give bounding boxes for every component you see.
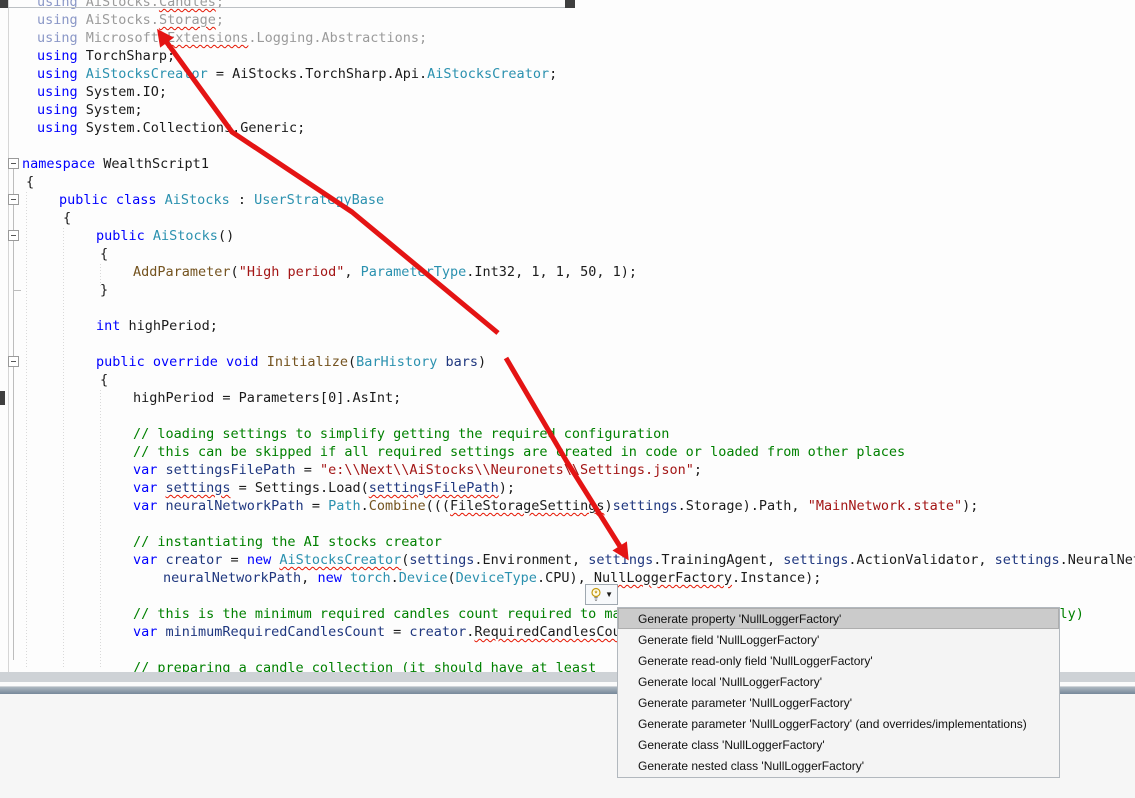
code-area[interactable]: using AiStocks.Candles;using AiStocks.St… [0, 0, 1135, 672]
code-line[interactable]: using TorchSharp; [37, 47, 175, 65]
lightbulb-dropdown-arrow-icon[interactable]: ▼ [605, 591, 613, 599]
code-line[interactable]: highPeriod = Parameters[0].AsInt; [133, 389, 401, 407]
code-line[interactable]: { [100, 371, 108, 389]
annotation-resize-handle [0, 0, 8, 8]
code-line[interactable]: public override void Initialize(BarHisto… [96, 353, 486, 371]
code-line[interactable]: { [100, 245, 108, 263]
code-line[interactable]: public class AiStocks : UserStrategyBase [59, 191, 384, 209]
annotation-selection-line [0, 7, 572, 8]
code-line[interactable]: var settingsFilePath = "e:\\Next\\AiStoc… [133, 461, 702, 479]
code-line[interactable]: using System.IO; [37, 83, 167, 101]
menu-item[interactable]: Generate local 'NullLoggerFactory' [618, 671, 1059, 692]
code-editor[interactable]: using AiStocks.Candles;using AiStocks.St… [0, 0, 1135, 672]
menu-item[interactable]: Generate parameter 'NullLoggerFactory' (… [618, 714, 1059, 735]
code-line[interactable]: { [26, 173, 34, 191]
code-line[interactable]: using AiStocksCreator = AiStocks.TorchSh… [37, 65, 557, 83]
menu-item[interactable]: Generate property 'NullLoggerFactory' [618, 608, 1059, 629]
code-line[interactable]: int highPeriod; [96, 317, 218, 335]
code-line[interactable]: } [100, 281, 108, 299]
code-line[interactable]: // this can be skipped if all required s… [133, 443, 905, 461]
code-line[interactable]: var neuralNetworkPath = Path.Combine(((F… [133, 497, 978, 515]
menu-item[interactable]: Generate field 'NullLoggerFactory' [618, 629, 1059, 650]
code-line[interactable]: using Microsoft.Extensions.Logging.Abstr… [37, 29, 427, 47]
code-line[interactable]: namespace WealthScript1 [22, 155, 209, 173]
code-line[interactable]: // loading settings to simplify getting … [133, 425, 669, 443]
menu-item[interactable]: Generate parameter 'NullLoggerFactory' [618, 693, 1059, 714]
lightbulb-icon [590, 587, 602, 602]
code-line[interactable]: var creator = new AiStocksCreator(settin… [133, 551, 1135, 569]
quick-actions-menu: Generate property 'NullLoggerFactory'Gen… [617, 607, 1060, 778]
menu-item[interactable]: Generate class 'NullLoggerFactory' [618, 735, 1059, 756]
code-line[interactable]: using AiStocks.Candles; [37, 0, 224, 11]
annotation-resize-handle [565, 0, 575, 8]
code-line[interactable]: using AiStocks.Storage; [37, 11, 224, 29]
menu-item[interactable]: Generate nested class 'NullLoggerFactory… [618, 756, 1059, 777]
code-line[interactable]: { [63, 209, 71, 227]
code-line[interactable]: public AiStocks() [96, 227, 234, 245]
code-line[interactable]: neuralNetworkPath, new torch.Device(Devi… [163, 569, 821, 587]
code-line[interactable]: AddParameter("High period", ParameterTyp… [133, 263, 637, 281]
code-line[interactable]: var minimumRequiredCandlesCount = creato… [133, 623, 645, 641]
annotation-resize-handle [0, 391, 5, 405]
code-line[interactable]: // preparing a candle collection (it sho… [133, 659, 596, 672]
code-line[interactable]: // instantiating the AI stocks creator [133, 533, 442, 551]
code-line[interactable]: using System; [37, 101, 143, 119]
code-line[interactable]: var settings = Settings.Load(settingsFil… [133, 479, 515, 497]
screenshot-canvas: using AiStocks.Candles;using AiStocks.St… [0, 0, 1135, 798]
menu-item[interactable]: Generate read-only field 'NullLoggerFact… [618, 650, 1059, 671]
code-line[interactable]: using System.Collections.Generic; [37, 119, 305, 137]
quick-actions-lightbulb-button[interactable]: ▼ [585, 584, 618, 605]
